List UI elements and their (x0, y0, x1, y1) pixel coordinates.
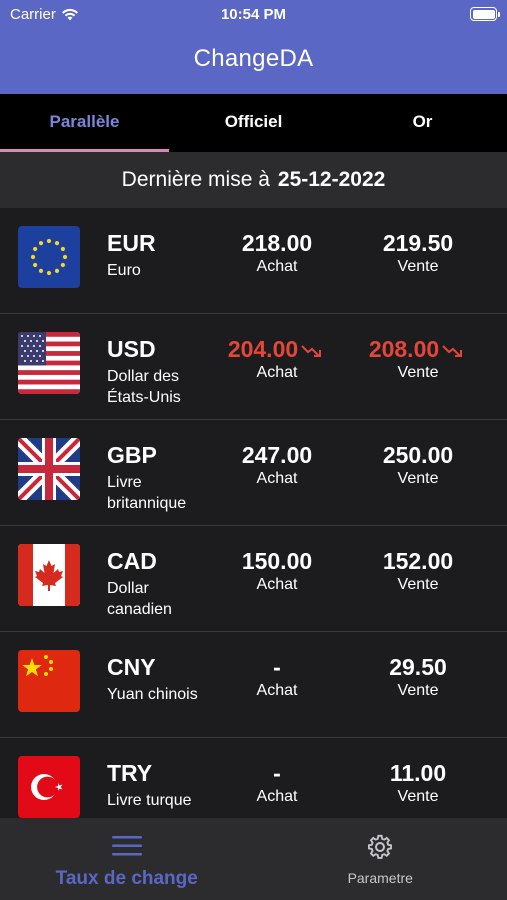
sell-label: Vente (397, 576, 439, 593)
rates-list: EUR Euro 218.00 Achat 219.50 Vente USD D… (0, 208, 507, 818)
buy-value: 247.00 (241, 442, 313, 468)
tab-parametre[interactable]: Parametre (254, 818, 507, 900)
buy-label: Achat (256, 682, 298, 699)
sell-value-text: 208.00 (368, 336, 440, 362)
sell-value: 208.00 (348, 336, 488, 364)
bottom-tab-bar: Taux de change Parametre (0, 818, 507, 900)
buy-value: 218.00 (241, 230, 313, 256)
sell-price: 250.00 Vente (348, 442, 488, 488)
currency-code: EUR (107, 230, 156, 256)
buy-label: Achat (256, 258, 298, 275)
buy-value: - (273, 760, 281, 786)
rate-row-cad[interactable]: CAD Dollar canadien 150.00 Achat 152.00 … (0, 526, 507, 632)
buy-value-text: 204.00 (227, 336, 299, 362)
currency-code: USD (107, 336, 156, 362)
app-title: ChangeDA (193, 45, 314, 72)
sell-value: 250.00 (382, 442, 454, 468)
menu-icon (111, 836, 142, 856)
sell-label: Vente (397, 682, 439, 699)
status-time: 10:54 PM (220, 6, 287, 23)
last-update-date: 25-12-2022 (277, 168, 386, 191)
buy-label: Achat (256, 576, 298, 593)
battery-icon (470, 7, 500, 21)
currency-name: Dollar canadien (107, 580, 172, 618)
rate-row-usd[interactable]: USD Dollar des États-Unis 204.00 Achat 2… (0, 314, 507, 420)
buy-price: - Achat (207, 760, 347, 806)
sell-price: 11.00 Vente (348, 760, 488, 806)
sell-price: 208.00 Vente (348, 336, 488, 382)
cn-flag-icon (18, 650, 80, 712)
uk-flag-icon (18, 438, 80, 500)
sell-price: 29.50 Vente (348, 654, 488, 700)
buy-price: 218.00 Achat (207, 230, 347, 276)
buy-price: 150.00 Achat (207, 548, 347, 594)
trend-down-icon (442, 345, 463, 357)
sell-value: 11.00 (389, 760, 447, 786)
tab-or[interactable]: Or (338, 94, 507, 152)
status-bar: Carrier 10:54 PM (0, 5, 507, 25)
currency-name: Dollar des États-Unis (107, 368, 181, 406)
buy-value: 204.00 (207, 336, 347, 364)
sell-value: 219.50 (382, 230, 454, 256)
currency-code: GBP (107, 442, 157, 468)
segment-tabs: Parallèle Officiel Or (0, 94, 507, 152)
buy-value: 150.00 (241, 548, 313, 574)
last-update-banner: Dernière mise à 25-12-2022 (0, 152, 507, 208)
ca-flag-icon (18, 544, 80, 606)
currency-name: Euro (107, 262, 141, 279)
currency-code: CNY (107, 654, 156, 680)
rate-row-cny[interactable]: CNY Yuan chinois - Achat 29.50 Vente (0, 632, 507, 738)
us-flag-icon (18, 332, 80, 394)
sell-value: 29.50 (389, 654, 447, 680)
currency-name: Livre britannique (107, 474, 187, 512)
sell-price: 152.00 Vente (348, 548, 488, 594)
sell-label: Vente (397, 788, 439, 805)
rate-row-gbp[interactable]: GBP Livre britannique 247.00 Achat 250.0… (0, 420, 507, 526)
tr-flag-icon (18, 756, 80, 818)
gear-icon (368, 834, 393, 859)
tab-parallele[interactable]: Parallèle (0, 94, 169, 152)
buy-label: Achat (256, 788, 298, 805)
buy-label: Achat (256, 470, 298, 487)
tab-label: Taux de change (55, 868, 198, 889)
buy-price: 204.00 Achat (207, 336, 347, 382)
navigation-bar: Carrier 10:54 PM ChangeDA (0, 0, 507, 94)
trend-down-icon (301, 345, 322, 357)
currency-code: TRY (107, 760, 153, 786)
buy-price: 247.00 Achat (207, 442, 347, 488)
buy-price: - Achat (207, 654, 347, 700)
sell-price: 219.50 Vente (348, 230, 488, 276)
sell-label: Vente (397, 364, 439, 381)
tab-label: Parametre (347, 870, 413, 886)
eu-flag-icon (18, 226, 80, 288)
sell-label: Vente (397, 470, 439, 487)
currency-name: Yuan chinois (107, 686, 198, 703)
last-update-label: Dernière mise à (121, 168, 270, 191)
rate-row-eur[interactable]: EUR Euro 218.00 Achat 219.50 Vente (0, 208, 507, 314)
rate-row-try[interactable]: TRY Livre turque - Achat 11.00 Vente (0, 738, 507, 818)
tab-taux-de-change[interactable]: Taux de change (0, 818, 254, 900)
buy-value: - (273, 654, 281, 680)
sell-label: Vente (397, 258, 439, 275)
currency-code: CAD (107, 548, 157, 574)
buy-label: Achat (256, 364, 298, 381)
sell-value: 152.00 (382, 548, 454, 574)
currency-name: Livre turque (107, 792, 192, 809)
tab-officiel[interactable]: Officiel (169, 94, 338, 152)
